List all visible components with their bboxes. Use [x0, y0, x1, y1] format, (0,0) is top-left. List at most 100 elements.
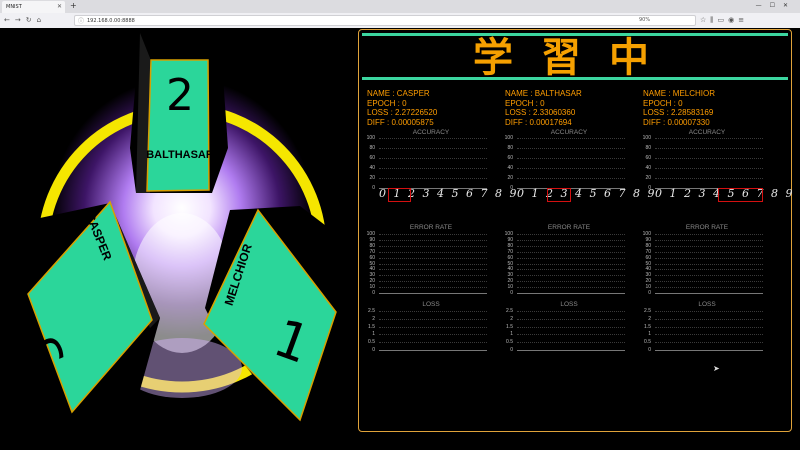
model-epoch: EPOCH : 0 [367, 98, 407, 108]
gridline [379, 251, 487, 253]
y-tick-label: 0.5 [506, 339, 513, 346]
digit-highlight [547, 188, 571, 202]
zoom-level[interactable]: 90% [639, 15, 650, 26]
toolbar-icons[interactable]: ☆⫼▭◉≡ [700, 14, 748, 27]
sample-digits: 0 1 2 3 4 5 6 7 8 9 [517, 187, 657, 200]
account-icon[interactable]: ◉ [728, 16, 738, 24]
model-diff: DIFF : 0.00005875 [367, 117, 434, 127]
gridline [655, 148, 763, 149]
gridline [517, 148, 625, 149]
y-tick-label: 1.5 [644, 323, 651, 330]
gridline [517, 287, 625, 289]
menu-icon[interactable]: ≡ [738, 16, 748, 24]
forward-icon[interactable]: → [15, 16, 26, 24]
gridline [379, 326, 487, 328]
model-loss: LOSS : 2.33060360 [505, 108, 576, 117]
y-tick-label: 80 [645, 145, 651, 151]
y-tick-label: 60 [507, 155, 513, 161]
gridline [655, 334, 763, 336]
y-tick-label: 2 [648, 315, 651, 322]
new-tab-button[interactable]: + [70, 0, 77, 12]
y-tick-label: 0 [372, 290, 375, 296]
gridline [517, 326, 625, 328]
y-tick-label: 0 [510, 290, 513, 296]
gridline [517, 234, 625, 235]
back-icon[interactable]: ← [4, 16, 15, 24]
x-axis [517, 350, 625, 351]
y-tick-label: 0 [372, 185, 375, 191]
browser-tab[interactable]: MNIST ✕ [2, 1, 65, 13]
y-tick-label: 1 [372, 331, 375, 338]
gridline [379, 138, 487, 139]
y-tick-label: 60 [645, 155, 651, 161]
chart-title: ERROR RATE [547, 224, 591, 231]
gridline [655, 281, 763, 283]
y-tick-label: 1 [648, 331, 651, 338]
gridline [379, 168, 487, 169]
gridline [655, 263, 763, 265]
gridline [517, 239, 625, 241]
gridline [379, 342, 487, 344]
chart-title: ACCURACY [550, 129, 588, 136]
y-tick-label: 40 [645, 165, 651, 171]
tab-title: MNIST [6, 4, 22, 10]
x-axis [655, 350, 763, 351]
y-tick-label: 0 [648, 347, 651, 353]
training-panel: 学習中 NAME : CASPER EPOCH : 0 LOSS : 2.272… [358, 29, 792, 432]
close-tab-icon[interactable]: ✕ [57, 1, 62, 13]
info-icon[interactable]: ⓘ [78, 16, 84, 27]
model-column-casper: NAME : CASPER EPOCH : 0 LOSS : 2.2722652… [361, 89, 501, 127]
model-diff: DIFF : 0.00007330 [643, 117, 710, 127]
gridline [655, 234, 763, 235]
gridline [655, 178, 763, 179]
reload-icon[interactable]: ↻ [26, 16, 37, 24]
address-bar[interactable]: ⓘ 192.168.0.00:8888 [74, 15, 696, 26]
model-epoch: EPOCH : 0 [643, 98, 683, 108]
digit-highlight [717, 188, 763, 202]
gridline [379, 148, 487, 149]
bookmark-icon[interactable]: ☆ [700, 16, 710, 24]
y-tick-label: 80 [369, 145, 375, 151]
gridline [379, 334, 487, 336]
x-axis [517, 293, 625, 294]
gridline [517, 257, 625, 259]
gridline [517, 251, 625, 253]
gridline [655, 239, 763, 241]
nav-buttons[interactable]: ←→↻⌂ [4, 14, 46, 27]
gridline [655, 287, 763, 289]
chart-title: LOSS [698, 301, 716, 308]
model-diff: DIFF : 0.00017694 [505, 117, 572, 127]
y-tick-label: 60 [369, 155, 375, 161]
y-tick-label: 20 [369, 175, 375, 181]
y-tick-label: 40 [369, 165, 375, 171]
gridline [655, 275, 763, 277]
gridline [379, 269, 487, 271]
gridline [517, 275, 625, 277]
gridline [517, 334, 625, 336]
y-tick-label: 0 [510, 185, 513, 191]
gridline [517, 281, 625, 283]
library-icon[interactable]: ⫼ [710, 16, 717, 24]
y-tick-label: 2 [372, 315, 375, 322]
gridline [379, 318, 487, 320]
mouse-cursor: ➤ [713, 364, 720, 373]
model-loss: LOSS : 2.28583169 [643, 108, 714, 117]
model-name: NAME : CASPER [367, 89, 430, 98]
x-axis [379, 293, 487, 294]
y-tick-label: 1.5 [368, 323, 375, 330]
balthasar-number: 2 [166, 70, 194, 121]
y-tick-label: 2.5 [368, 308, 375, 314]
model-column-balthasar: NAME : BALTHASAR EPOCH : 0 LOSS : 2.3306… [499, 89, 639, 127]
gridline [517, 158, 625, 159]
window-controls[interactable]: —☐✕ [756, 0, 796, 12]
home-icon[interactable]: ⌂ [37, 16, 46, 24]
model-column-melchior: NAME : MELCHIOR EPOCH : 0 LOSS : 2.28583… [637, 89, 777, 127]
y-tick-label: 100 [366, 135, 375, 141]
model-loss: LOSS : 2.27226520 [367, 108, 438, 117]
gridline [655, 245, 763, 247]
digit-highlight [387, 188, 412, 202]
gridline [655, 342, 763, 344]
chart-title: ACCURACY [688, 129, 726, 136]
gridline [517, 269, 625, 271]
sidebar-icon[interactable]: ▭ [718, 16, 729, 24]
